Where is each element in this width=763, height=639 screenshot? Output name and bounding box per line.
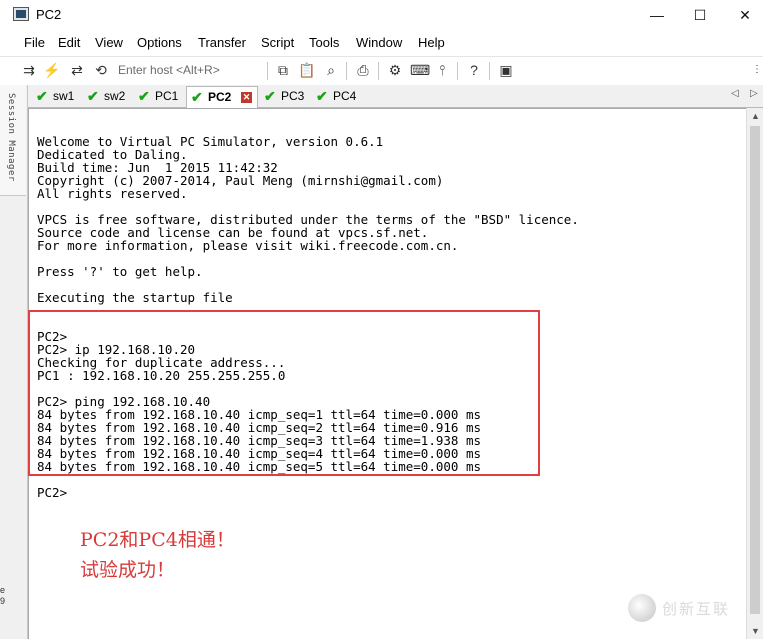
- menu-tools[interactable]: Tools: [309, 35, 339, 50]
- tab-label: PC3: [281, 89, 305, 103]
- terminal-line: Executing the startup file: [37, 290, 233, 305]
- scroll-up-icon[interactable]: ▲: [751, 111, 760, 121]
- tab-scroll-right-icon[interactable]: ▷: [750, 88, 758, 99]
- toolbar: ⇉ ⚡ ⇄ ⟲ ⧉ 📋 ⌕ ⎙ ⚙ ⌨ ⫯ ? ▣ ⋮: [0, 56, 763, 85]
- connected-check-icon: ✔: [138, 88, 150, 104]
- menu-window[interactable]: Window: [356, 35, 402, 50]
- toolbar-separator: [267, 62, 268, 80]
- help-icon[interactable]: ?: [465, 61, 483, 79]
- annotation-line-1: PC2和PC4相通！: [80, 529, 235, 551]
- tab-label: PC1: [155, 89, 179, 103]
- window-title: PC2: [36, 7, 62, 22]
- connected-check-icon: ✔: [36, 88, 48, 104]
- terminal-scrollbar[interactable]: ▲ ▼: [746, 108, 763, 639]
- toolbar-separator: [489, 62, 490, 80]
- terminal-line: PC2>: [37, 485, 68, 500]
- edge-char: e: [0, 585, 6, 595]
- session-tab-bar: ✔ sw1 ✔ sw2 ✔ PC1 ✔ PC2 ✕ ✔ PC3 ✔ PC4 ◁ …: [28, 85, 763, 108]
- highlight-box: [28, 310, 540, 476]
- menu-options[interactable]: Options: [137, 35, 182, 50]
- menu-view[interactable]: View: [95, 35, 123, 50]
- tab-label: PC2: [208, 90, 232, 104]
- tab-pc3[interactable]: ✔ PC3: [260, 86, 310, 106]
- copy-icon[interactable]: ⧉: [274, 61, 292, 79]
- maximize-button[interactable]: ☐: [685, 3, 715, 27]
- reconnect-icon[interactable]: ⇄: [68, 61, 86, 79]
- paste-icon[interactable]: 📋: [298, 61, 316, 79]
- host-input[interactable]: [114, 60, 270, 80]
- quick-connect-icon[interactable]: ⚡: [43, 61, 61, 79]
- terminal-line: For more information, please visit wiki.…: [37, 238, 459, 253]
- tab-pc1[interactable]: ✔ PC1: [134, 86, 184, 106]
- screenshot-icon[interactable]: ▣: [497, 61, 515, 79]
- app-icon: [13, 7, 29, 21]
- menu-edit[interactable]: Edit: [58, 35, 80, 50]
- menu-file[interactable]: File: [24, 35, 45, 50]
- connect-icon[interactable]: ⇉: [20, 61, 38, 79]
- keymap-icon[interactable]: ⌨: [410, 61, 430, 79]
- connected-check-icon: ✔: [316, 88, 328, 104]
- menu-script[interactable]: Script: [261, 35, 294, 50]
- tab-label: PC4: [333, 89, 357, 103]
- watermark: 创新互联: [628, 592, 758, 624]
- scroll-thumb[interactable]: [750, 126, 760, 614]
- connected-check-icon: ✔: [264, 88, 276, 104]
- tab-pc2[interactable]: ✔ PC2 ✕: [186, 86, 258, 108]
- tab-label: sw1: [53, 89, 75, 103]
- connected-check-icon: ✔: [191, 89, 203, 105]
- terminal-line: Press '?' to get help.: [37, 264, 203, 279]
- toolbar-overflow-icon[interactable]: ⋮: [748, 61, 763, 79]
- title-bar: PC2 — ☐ ✕: [0, 0, 763, 30]
- edge-char: 9: [0, 596, 6, 606]
- session-manager-panel: Session Manager e 9: [0, 85, 28, 639]
- tab-label: sw2: [104, 89, 126, 103]
- watermark-text: 创新互联: [662, 600, 731, 618]
- connected-check-icon: ✔: [87, 88, 99, 104]
- toolbar-separator: [378, 62, 379, 80]
- close-button[interactable]: ✕: [730, 3, 760, 27]
- sftp-icon[interactable]: ⫯: [433, 61, 451, 79]
- find-icon[interactable]: ⌕: [322, 61, 340, 79]
- menu-transfer[interactable]: Transfer: [198, 35, 246, 50]
- tab-close-icon[interactable]: ✕: [241, 92, 252, 103]
- scroll-down-icon[interactable]: ▼: [751, 626, 760, 636]
- tab-scroll-left-icon[interactable]: ◁: [731, 88, 739, 99]
- terminal-line: All rights reserved.: [37, 186, 188, 201]
- session-manager-tab[interactable]: Session Manager: [0, 85, 26, 196]
- minimize-button[interactable]: —: [642, 3, 672, 27]
- print-icon[interactable]: ⎙: [354, 61, 372, 79]
- settings-icon[interactable]: ⚙: [386, 61, 404, 79]
- tab-pc4[interactable]: ✔ PC4: [312, 86, 362, 106]
- menu-help[interactable]: Help: [418, 35, 445, 50]
- menu-bar: File Edit View Options Transfer Script T…: [0, 31, 763, 55]
- disconnect-icon[interactable]: ⟲: [92, 61, 110, 79]
- tab-sw2[interactable]: ✔ sw2: [83, 86, 131, 106]
- session-manager-label: Session Manager: [6, 93, 16, 182]
- annotation-line-2: 试验成功！: [80, 559, 176, 581]
- toolbar-separator: [457, 62, 458, 80]
- tab-sw1[interactable]: ✔ sw1: [32, 86, 80, 106]
- watermark-logo-icon: [628, 594, 656, 622]
- toolbar-separator: [346, 62, 347, 80]
